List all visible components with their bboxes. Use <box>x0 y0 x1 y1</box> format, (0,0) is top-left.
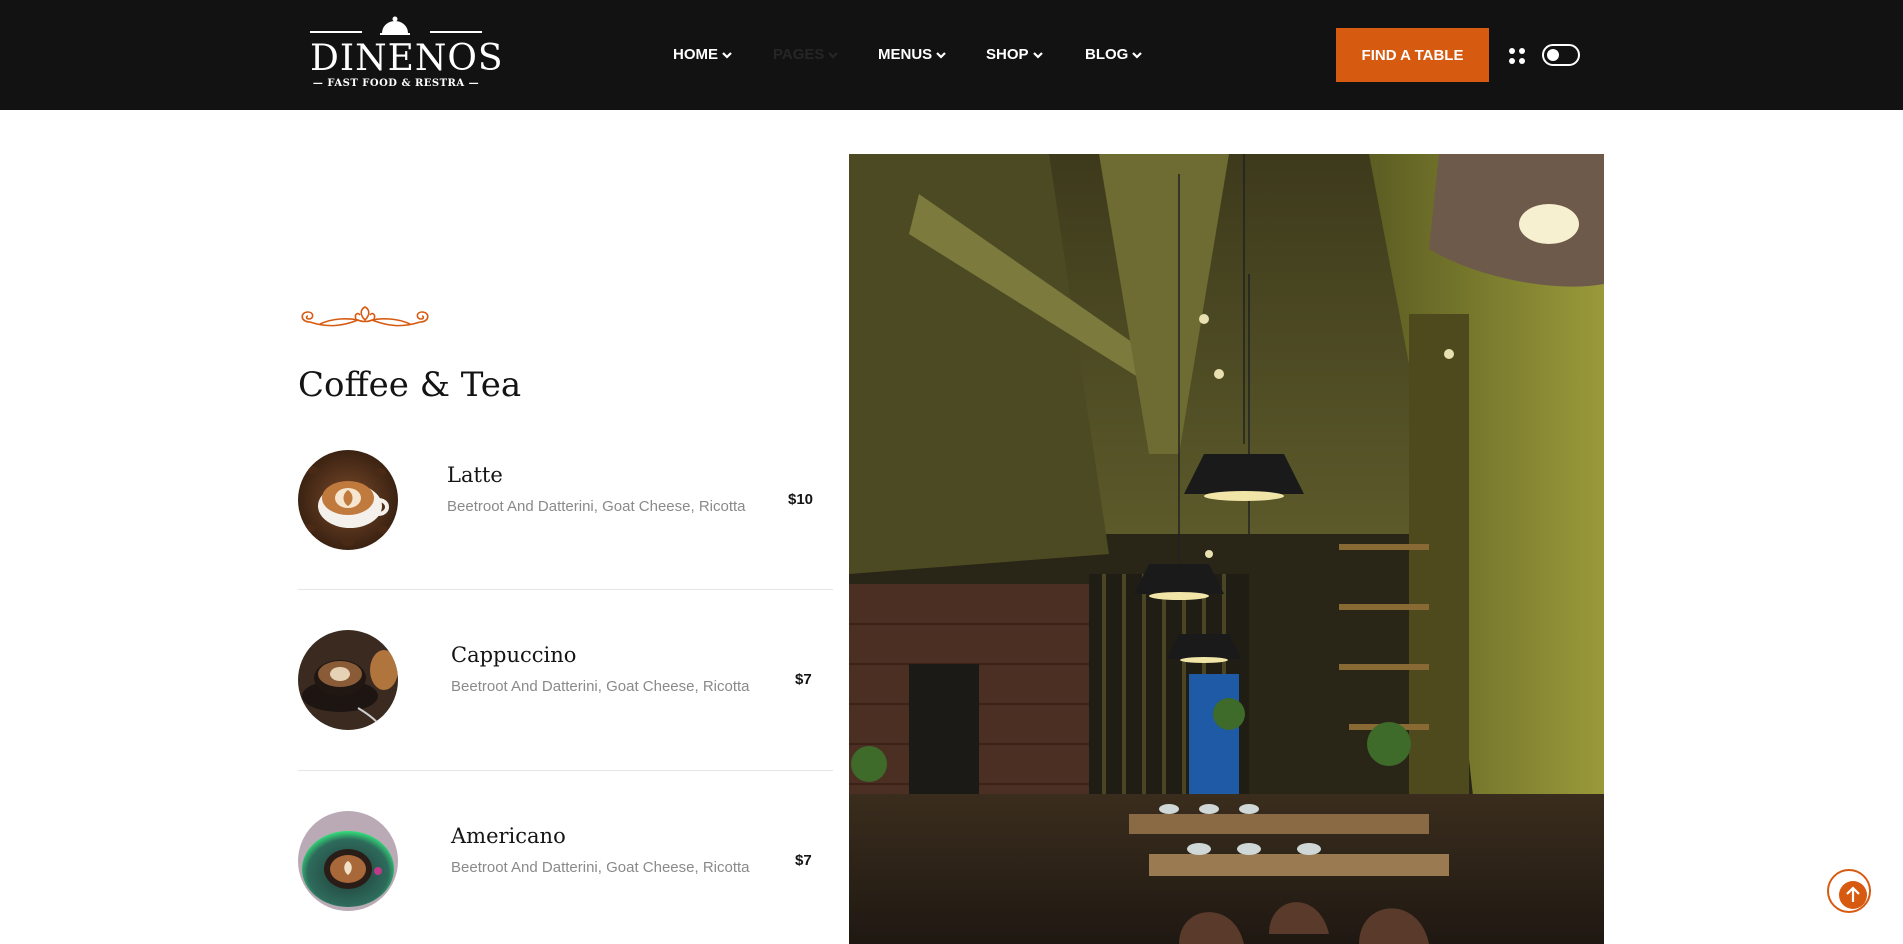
item-name: Cappuccino <box>451 643 577 667</box>
nav-blog[interactable]: BLOG <box>1085 46 1143 64</box>
cloche-icon <box>380 16 410 35</box>
item-name: Latte <box>447 463 503 487</box>
item-name: Americano <box>451 824 566 848</box>
nav-menus-label: MENUS <box>878 46 933 63</box>
find-a-table-button[interactable]: FIND A TABLE <box>1336 28 1489 82</box>
nav-pages-label: PAGES <box>773 46 825 63</box>
nav-blog-label: BLOG <box>1085 46 1129 63</box>
item-price: $7 <box>795 671 812 688</box>
nav-shop-label: SHOP <box>986 46 1029 63</box>
site-logo[interactable]: DINENOS — FAST FOOD & RESTRA — <box>310 16 504 92</box>
site-header: DINENOS — FAST FOOD & RESTRA — HOME PAGE… <box>0 0 1903 110</box>
latte-image <box>298 450 398 550</box>
logo-brand: DINENOS <box>310 38 504 79</box>
logo-tagline-text: FAST FOOD & RESTRA <box>327 78 465 89</box>
item-description: Beetroot And Datterini, Goat Cheese, Ric… <box>447 498 746 515</box>
grid-dots-icon[interactable] <box>1508 47 1526 65</box>
chevron-down-icon <box>936 52 946 59</box>
nav-shop[interactable]: SHOP <box>986 46 1044 64</box>
chevron-down-icon <box>722 52 732 59</box>
divider <box>298 589 833 590</box>
cappuccino-image <box>298 630 398 730</box>
logo-line-left <box>310 31 362 33</box>
logo-line-right <box>430 31 482 33</box>
nav-home-label: HOME <box>673 46 718 63</box>
item-price: $7 <box>795 852 812 869</box>
nav-home[interactable]: HOME <box>673 46 733 64</box>
chevron-down-icon <box>1032 52 1043 59</box>
logo-tagline: — FAST FOOD & RESTRA — <box>312 78 480 89</box>
nav-menus[interactable]: MENUS <box>878 46 947 64</box>
americano-image <box>298 811 398 911</box>
item-description: Beetroot And Datterini, Goat Cheese, Ric… <box>451 859 750 876</box>
nav-pages[interactable]: PAGES <box>773 46 839 64</box>
item-price: $10 <box>788 491 814 508</box>
divider <box>298 770 833 771</box>
toggle-knob <box>1547 49 1559 61</box>
section-title: Coffee & Tea <box>298 365 522 405</box>
menu-item-americano[interactable]: Americano Beetroot And Datterini, Goat C… <box>298 811 833 911</box>
menu-item-latte[interactable]: Latte Beetroot And Datterini, Goat Chees… <box>298 450 833 550</box>
arrow-up-icon <box>1839 881 1867 909</box>
restaurant-interior-image <box>849 154 1604 944</box>
dark-mode-toggle[interactable] <box>1542 44 1580 66</box>
scroll-to-top-button[interactable] <box>1827 869 1871 913</box>
chevron-down-icon <box>828 52 839 59</box>
ornament-divider <box>301 306 429 327</box>
item-description: Beetroot And Datterini, Goat Cheese, Ric… <box>451 678 750 695</box>
chevron-down-icon <box>1132 52 1143 59</box>
menu-item-cappuccino[interactable]: Cappuccino Beetroot And Datterini, Goat … <box>298 630 833 730</box>
